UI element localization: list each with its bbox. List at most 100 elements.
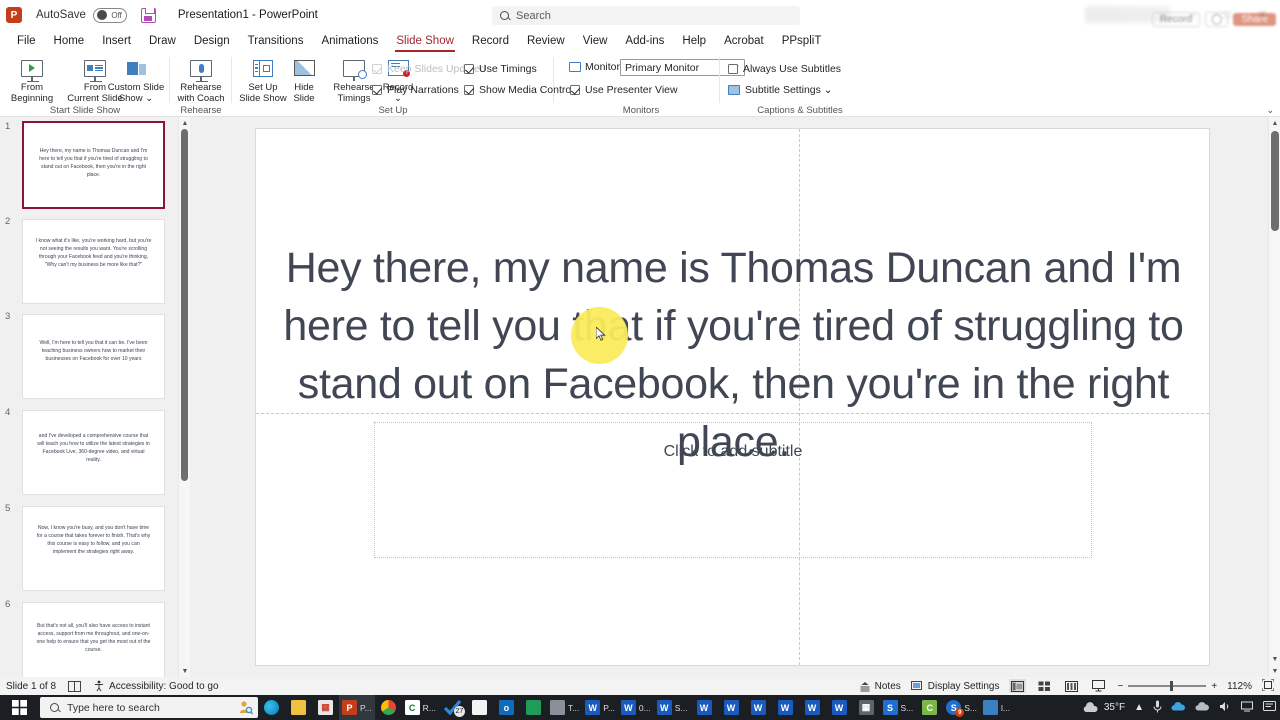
checkbox-play-narrations[interactable]: Play Narrations — [372, 84, 459, 96]
taskbar-item-chrome[interactable] — [375, 695, 402, 720]
thumbnail-slide-6[interactable]: But that's not all, you'll also have acc… — [22, 602, 165, 677]
view-normal-icon[interactable] — [1009, 679, 1027, 693]
network-icon[interactable] — [1241, 701, 1254, 715]
thumbnail-slide-5[interactable]: Now, I know you're busy, and you don't h… — [22, 506, 165, 591]
share-button[interactable]: Share — [1233, 13, 1276, 26]
taskbar-item-word-9[interactable]: W — [826, 695, 853, 720]
tab-review[interactable]: Review — [518, 33, 574, 49]
cortana-icon[interactable] — [238, 700, 254, 718]
fit-slide-to-window-icon[interactable] — [1261, 678, 1275, 694]
notes-button[interactable]: Notes — [859, 681, 901, 692]
custom-slide-show-button[interactable]: Custom Slide Show ⌄ — [105, 55, 167, 104]
tab-draw[interactable]: Draw — [140, 33, 185, 49]
tab-help[interactable]: Help — [673, 33, 715, 49]
taskbar-item-word-8[interactable]: W — [799, 695, 826, 720]
zoom-level-label[interactable]: 112% — [1227, 681, 1252, 692]
onedrive-icon[interactable] — [1171, 701, 1186, 714]
thumbnail-slide-3[interactable]: Well, I'm here to tell you that it can b… — [22, 314, 165, 399]
slide-canvas-area[interactable]: Hey there, my name is Thomas Duncan and … — [190, 117, 1268, 677]
accessibility-status[interactable]: Accessibility: Good to go — [93, 680, 219, 692]
taskbar-item-notepad[interactable] — [466, 695, 493, 720]
collapse-ribbon-button[interactable]: ⌄ — [1266, 105, 1274, 116]
taskbar-item-todo[interactable]: 27 — [439, 695, 466, 720]
canvas-vertical-scrollbar[interactable]: ▲ ▼ ▼ — [1268, 117, 1280, 677]
display-settings-button[interactable]: Display Settings — [910, 680, 999, 692]
canvas-scroll-up-icon[interactable]: ▲ — [1269, 117, 1280, 129]
view-reading-icon[interactable] — [1063, 679, 1080, 693]
checkbox-always-use-subtitles[interactable]: Always Use Subtitles — [728, 63, 841, 75]
taskbar-item-outlook[interactable]: o — [493, 695, 520, 720]
tab-file[interactable]: File — [8, 33, 45, 49]
taskbar-item-word-6[interactable]: W — [745, 695, 772, 720]
thumbnail-scroll-thumb[interactable] — [181, 129, 188, 481]
zoom-knob[interactable] — [1170, 681, 1173, 692]
taskbar-item-word-1[interactable]: W P... — [582, 695, 618, 720]
zoom-track[interactable] — [1128, 681, 1207, 692]
tab-transitions[interactable]: Transitions — [239, 33, 313, 49]
weather-widget[interactable]: 35°F — [1082, 702, 1125, 713]
record-button[interactable]: Record — [1151, 12, 1201, 27]
autosave-control[interactable]: AutoSave Off — [36, 7, 127, 23]
rehearse-with-coach-button[interactable]: Rehearse with Coach — [172, 55, 230, 104]
tab-design[interactable]: Design — [185, 33, 239, 49]
windows-start-icon[interactable] — [0, 695, 38, 720]
tab-ppsplit[interactable]: PPspliT — [773, 33, 831, 49]
taskbar-item-edge[interactable] — [258, 695, 285, 720]
tab-acrobat[interactable]: Acrobat — [715, 33, 773, 49]
show-media-controls-checkbox[interactable] — [464, 85, 474, 95]
taskbar-search-input[interactable]: Type here to search — [40, 697, 258, 718]
taskbar-item-snagit[interactable]: S S... — [880, 695, 917, 720]
subtitle-placeholder[interactable]: Click to add subtitle — [374, 422, 1092, 558]
canvas-scroll-down-icon[interactable]: ▼ — [1269, 653, 1280, 665]
slide-thumbnail-pane[interactable]: 1 Hey there, my name is Thomas Duncan an… — [0, 117, 178, 677]
taskbar-item-word-3[interactable]: W S... — [654, 695, 691, 720]
save-icon[interactable] — [140, 7, 156, 23]
comments-button[interactable]: ◯ — [1205, 12, 1229, 27]
microphone-icon[interactable] — [1153, 700, 1162, 716]
zoom-slider[interactable]: − + — [1117, 681, 1217, 692]
taskbar-item-media[interactable]: T... — [547, 695, 582, 720]
next-slide-button-icon[interactable]: ▼ — [1269, 665, 1280, 677]
canvas-scroll-thumb[interactable] — [1271, 131, 1279, 231]
thumbnail-slide-1[interactable]: Hey there, my name is Thomas Duncan and … — [22, 121, 165, 209]
tab-add-ins[interactable]: Add-ins — [616, 33, 673, 49]
taskbar-item-calculator[interactable]: ▦ — [853, 695, 880, 720]
tab-home[interactable]: Home — [45, 33, 94, 49]
hide-slide-button[interactable]: Hide Slide — [284, 55, 324, 104]
tab-insert[interactable]: Insert — [93, 33, 140, 49]
tab-view[interactable]: View — [574, 33, 617, 49]
thumbnail-pane-scrollbar[interactable]: ▲ ▼ — [178, 117, 190, 677]
taskbar-item-word-4[interactable]: W — [691, 695, 718, 720]
taskbar-item-powerpoint[interactable]: P P... — [339, 695, 375, 720]
current-slide[interactable]: Hey there, my name is Thomas Duncan and … — [255, 128, 1210, 666]
taskbar-item-snagit-editor[interactable]: S 9 S... — [943, 695, 980, 720]
taskbar-item-photos[interactable]: l... — [980, 695, 1013, 720]
taskbar-item-word-5[interactable]: W — [718, 695, 745, 720]
use-presenter-view-checkbox[interactable] — [570, 85, 580, 95]
checkbox-use-timings[interactable]: Use Timings — [464, 63, 537, 75]
tab-slide-show[interactable]: Slide Show — [387, 33, 463, 52]
zoom-in-button[interactable]: + — [1211, 681, 1217, 692]
taskbar-item-word-2[interactable]: W 0... — [618, 695, 654, 720]
cloud-sync-icon[interactable] — [1195, 701, 1210, 714]
volume-icon[interactable] — [1219, 701, 1232, 715]
taskbar-item-microsoft-store[interactable]: ▦ — [312, 695, 339, 720]
notes-page-icon[interactable] — [68, 680, 82, 692]
use-timings-checkbox[interactable] — [464, 64, 474, 74]
slide-count-label[interactable]: Slide 1 of 8 — [6, 681, 56, 692]
action-center-icon[interactable] — [1263, 700, 1276, 715]
thumbnail-slide-4[interactable]: and I've developed a comprehensive cours… — [22, 410, 165, 495]
chevron-up-icon[interactable]: ▲ — [1134, 702, 1144, 713]
thumbnail-slide-2[interactable]: I know what it's like, you're working ha… — [22, 219, 165, 304]
taskbar-item-word-7[interactable]: W — [772, 695, 799, 720]
autosave-toggle[interactable]: Off — [92, 7, 127, 23]
play-narrations-checkbox[interactable] — [372, 85, 382, 95]
zoom-out-button[interactable]: − — [1117, 681, 1123, 692]
taskbar-item-camtasia-2[interactable]: C — [916, 695, 943, 720]
search-box[interactable]: Search — [492, 6, 800, 25]
taskbar-item-file-explorer[interactable] — [285, 695, 312, 720]
taskbar-item-camtasia[interactable]: C R... — [402, 695, 439, 720]
view-slideshow-icon[interactable] — [1090, 679, 1107, 693]
subtitle-settings-button[interactable]: Subtitle Settings ⌄ — [728, 84, 833, 96]
tab-record[interactable]: Record — [463, 33, 518, 49]
